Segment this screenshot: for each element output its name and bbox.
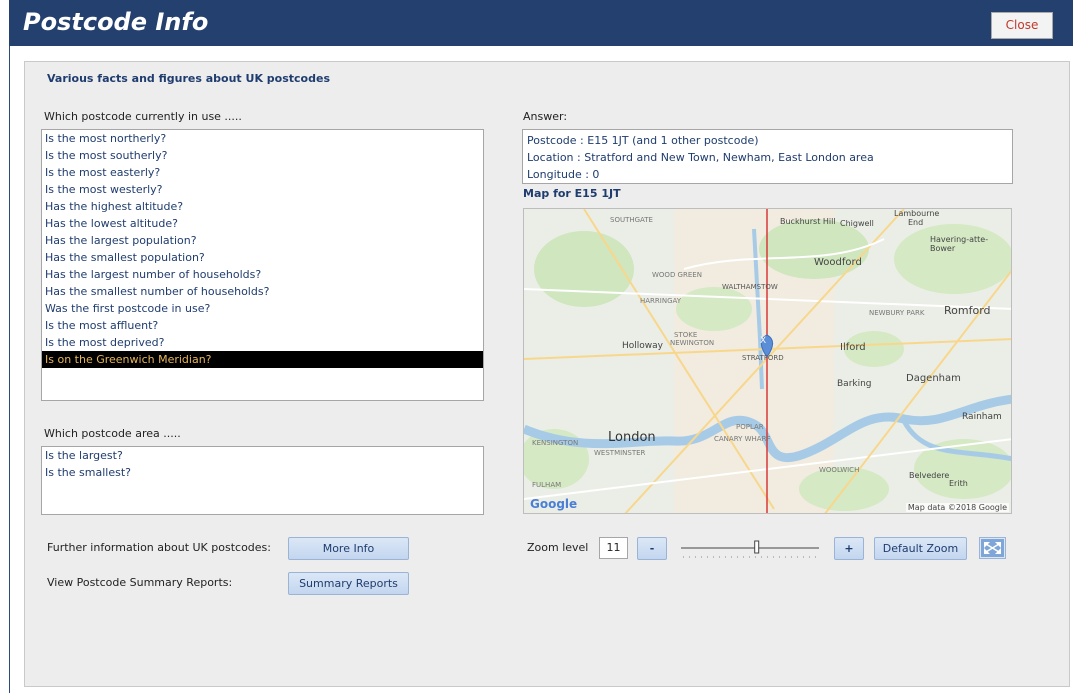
expand-icon	[981, 539, 1004, 557]
map-label-barking: Barking	[837, 379, 872, 389]
window-border	[9, 46, 10, 693]
map-label-stratford: STRATFORD	[742, 354, 784, 362]
map-label-lambourne: Lambourne	[894, 209, 940, 218]
zoom-level-value[interactable]: 11	[599, 537, 628, 559]
postcode-question-list[interactable]: Is the most northerly? Is the most southe…	[41, 129, 484, 401]
map-label-chigwell: Chigwell	[840, 219, 874, 228]
area-question-list[interactable]: Is the largest? Is the smallest?	[41, 446, 484, 515]
list-item[interactable]: Has the smallest population?	[42, 249, 483, 266]
map-label-stoke: STOKE	[674, 331, 698, 339]
map-label-buckhurst: Buckhurst Hill	[780, 217, 836, 226]
list-item[interactable]: Has the largest population?	[42, 232, 483, 249]
map-label-harringay: HARRINGAY	[640, 297, 682, 305]
summary-reports-button[interactable]: Summary Reports	[288, 572, 409, 595]
map-label-canary-wharf: CANARY WHARF	[714, 435, 771, 443]
list-item[interactable]: Has the lowest altitude?	[42, 215, 483, 232]
map-label-newbury-park: NEWBURY PARK	[869, 309, 925, 317]
zoom-slider-thumb[interactable]	[754, 540, 760, 554]
map-label-erith: Erith	[949, 479, 968, 488]
postcode-question-label: Which postcode currently in use .....	[44, 110, 242, 123]
list-item[interactable]: Has the highest altitude?	[42, 198, 483, 215]
zoom-slider[interactable]	[679, 538, 821, 560]
list-item[interactable]: Has the largest number of households?	[42, 266, 483, 283]
map-label-newington: NEWINGTON	[670, 339, 715, 347]
map-title: Map for E15 1JT	[523, 187, 621, 200]
summary-label: View Postcode Summary Reports:	[47, 576, 233, 589]
map-label-romford: Romford	[944, 304, 991, 317]
map-label-london: London	[608, 430, 656, 445]
more-info-button[interactable]: More Info	[288, 537, 409, 560]
list-item[interactable]: Is the most deprived?	[42, 334, 483, 351]
map-label-fulham: FULHAM	[532, 481, 562, 489]
map-label-poplar: POPLAR	[736, 423, 764, 431]
map-view[interactable]: X London Romford Dagenham Woodford Ilfor…	[523, 208, 1012, 514]
answer-box: Postcode : E15 1JT (and 1 other postcode…	[522, 129, 1013, 184]
close-button[interactable]: Close	[991, 12, 1053, 39]
list-item[interactable]: Is on the Greenwich Meridian?	[42, 351, 483, 368]
list-item[interactable]: Is the most easterly?	[42, 164, 483, 181]
zoom-in-button[interactable]: +	[834, 537, 864, 560]
map-label-walthamstow: WALTHAMSTOW	[722, 283, 778, 291]
map-label-southgate: SOUTHGATE	[610, 216, 653, 224]
zoom-out-button[interactable]: -	[637, 537, 667, 560]
map-label-ilford: Ilford	[840, 342, 866, 353]
window-title: Postcode Info	[23, 8, 209, 36]
list-item[interactable]: Is the smallest?	[42, 464, 483, 481]
expand-map-button[interactable]	[979, 537, 1006, 559]
subtitle: Various facts and figures about UK postc…	[47, 72, 330, 85]
map-label-lambourne-end: End	[908, 218, 924, 227]
zoom-level-label: Zoom level	[527, 541, 589, 554]
map-label-havering: Havering-atte-Bower	[930, 235, 989, 253]
list-item[interactable]: Is the most westerly?	[42, 181, 483, 198]
further-info-label: Further information about UK postcodes:	[47, 541, 271, 554]
list-item[interactable]: Was the first postcode in use?	[42, 300, 483, 317]
map-label-wood-green: WOOD GREEN	[652, 271, 702, 279]
list-item[interactable]: Has the smallest number of households?	[42, 283, 483, 300]
map-label-kensington: KENSINGTON	[532, 439, 579, 447]
map-label-belvedere: Belvedere	[909, 471, 950, 480]
map-label-dagenham: Dagenham	[906, 373, 961, 384]
list-item[interactable]: Is the most affluent?	[42, 317, 483, 334]
list-item[interactable]: Is the most northerly?	[42, 130, 483, 147]
answer-postcode: Postcode : E15 1JT (and 1 other postcode…	[527, 134, 759, 147]
list-item[interactable]: Is the most southerly?	[42, 147, 483, 164]
default-zoom-button[interactable]: Default Zoom	[874, 537, 967, 560]
map-marker: X	[760, 336, 767, 346]
answer-longitude: Longitude : 0	[527, 168, 600, 181]
google-logo: Google	[530, 497, 578, 511]
area-question-label: Which postcode area .....	[44, 427, 181, 440]
answer-label: Answer:	[523, 110, 568, 123]
zoom-slider-track	[681, 540, 819, 558]
map-label-woolwich: WOOLWICH	[819, 466, 860, 474]
title-bar: Postcode Info Close	[9, 0, 1073, 46]
map-label-rainham: Rainham	[962, 412, 1002, 422]
map-label-woodford: Woodford	[814, 257, 862, 268]
map-attribution: Map data ©2018 Google	[905, 503, 1009, 512]
list-item[interactable]: Is the largest?	[42, 447, 483, 464]
answer-location: Location : Stratford and New Town, Newha…	[527, 151, 874, 164]
map-label-holloway: Holloway	[622, 341, 663, 351]
map-label-westminster: WESTMINSTER	[594, 449, 646, 457]
